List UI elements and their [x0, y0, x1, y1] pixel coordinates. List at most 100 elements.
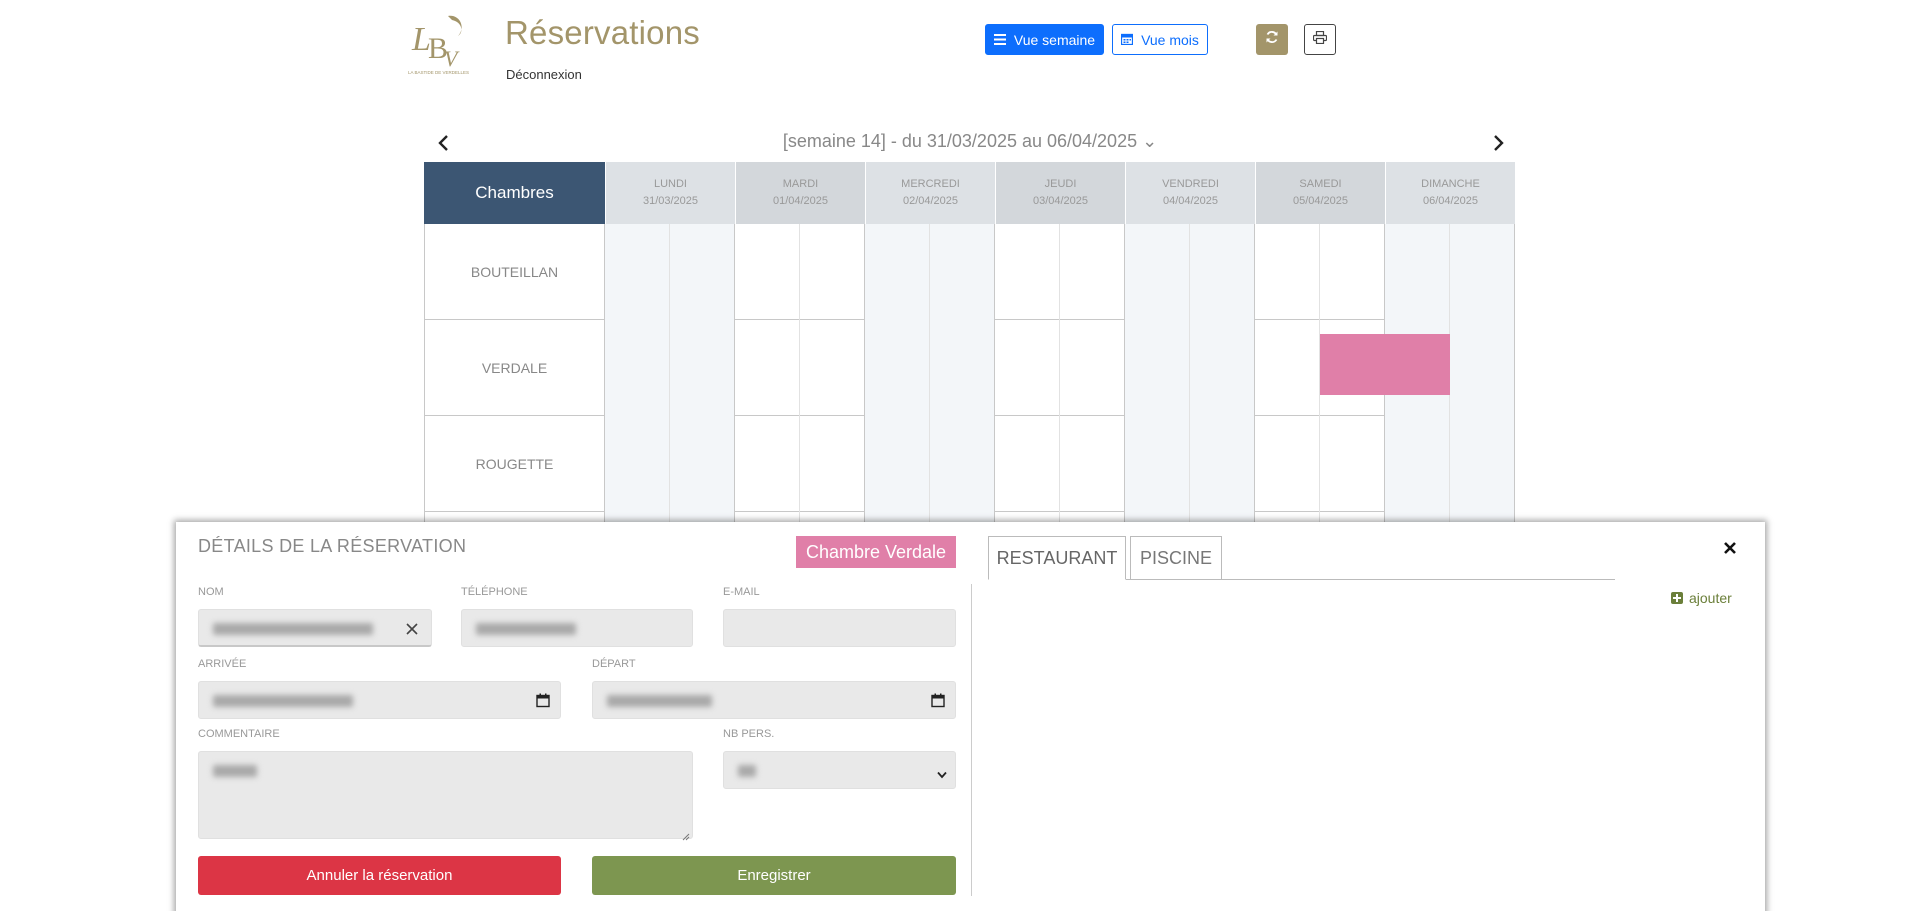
calendar-slot[interactable] [670, 320, 735, 416]
calendar-slot[interactable] [1450, 320, 1515, 416]
calendar-slot[interactable] [605, 224, 670, 320]
calendar-slot[interactable] [930, 320, 995, 416]
calendar-slot[interactable] [735, 416, 800, 512]
arrivee-date-field[interactable] [198, 681, 561, 719]
week-view-button[interactable]: Vue semaine [985, 24, 1104, 55]
calendar-slot[interactable] [995, 224, 1060, 320]
calendar-header: Chambres LUNDI 31/03/2025 MARDI 01/04/2025… [424, 162, 1515, 224]
calendar-slot[interactable] [800, 416, 865, 512]
close-button[interactable] [1722, 540, 1738, 556]
depart-date-field[interactable] [592, 681, 956, 719]
resize-grip-icon[interactable] [682, 828, 690, 841]
room-row: ROUGETTE [424, 416, 1515, 512]
day-date: 01/04/2025 [772, 195, 829, 207]
calendar-slot[interactable] [1385, 224, 1450, 320]
calendar-slot[interactable] [1255, 416, 1320, 512]
day-header: MERCREDI 02/04/2025 [865, 162, 995, 224]
week-selector[interactable]: [semaine 14] - du 31/03/2025 au 06/04/20… [600, 131, 1340, 152]
calendar-slot[interactable] [800, 320, 865, 416]
room-name: ROUGETTE [424, 416, 605, 512]
calendar-slot[interactable] [1190, 416, 1255, 512]
day-name: VENDREDI [1162, 178, 1219, 190]
room-name: BOUTEILLAN [424, 224, 605, 320]
depart-label: DÉPART [592, 658, 636, 670]
logo: L B V LA BASTIDE DE VERDELLES [408, 6, 474, 76]
plus-square-icon [1671, 592, 1683, 604]
calendar-slot[interactable] [995, 416, 1060, 512]
calendar-slot[interactable] [1255, 224, 1320, 320]
nom-value-redacted [213, 623, 373, 635]
rooms-column-header: Chambres [424, 162, 605, 224]
room-row: BOUTEILLAN [424, 224, 1515, 320]
logout-link[interactable]: Déconnexion [506, 67, 582, 82]
calendar-slot[interactable] [1450, 416, 1515, 512]
calendar-slot[interactable] [1125, 224, 1190, 320]
calendar-slot[interactable] [865, 320, 930, 416]
tab-restaurant[interactable]: RESTAURANT [988, 536, 1126, 580]
calendar-slot[interactable] [670, 224, 735, 320]
day-name: LUNDI [653, 178, 687, 190]
clear-icon[interactable] [405, 622, 419, 636]
booking-block[interactable] [1320, 334, 1450, 395]
calendar-slot[interactable] [670, 416, 735, 512]
calendar-icon[interactable] [536, 693, 550, 708]
room-row: VERDALE [424, 320, 1515, 416]
nom-label: NOM [198, 586, 224, 598]
telephone-label: TÉLÉPHONE [461, 586, 528, 598]
day-name: JEUDI [1044, 178, 1077, 190]
calendar-slot[interactable] [930, 416, 995, 512]
calendar-slot[interactable] [1320, 416, 1385, 512]
email-field[interactable] [723, 609, 956, 647]
refresh-button[interactable] [1256, 24, 1288, 55]
calendar-slot[interactable] [865, 416, 930, 512]
calendar-slot[interactable] [1060, 224, 1125, 320]
save-button[interactable]: Enregistrer [592, 856, 956, 895]
depart-value-redacted [607, 695, 712, 707]
calendar-slot[interactable] [1190, 224, 1255, 320]
print-icon [1312, 30, 1328, 49]
telephone-field[interactable] [461, 609, 693, 647]
nom-field[interactable] [198, 609, 432, 647]
week-view-label: Vue semaine [1013, 31, 1096, 48]
nb-pers-select[interactable] [723, 751, 956, 789]
day-name: MARDI [782, 178, 819, 190]
arrivee-label: ARRIVÉE [198, 658, 247, 670]
calendar-slot[interactable] [1385, 416, 1450, 512]
calendar-slot[interactable] [1060, 320, 1125, 416]
calendar-slot[interactable] [1320, 224, 1385, 320]
previous-week-button[interactable] [436, 133, 452, 153]
calendar-slot[interactable] [1125, 320, 1190, 416]
calendar-slot[interactable] [735, 320, 800, 416]
tab-piscine[interactable]: PISCINE [1130, 536, 1222, 580]
calendar-slot[interactable] [735, 224, 800, 320]
next-week-button[interactable] [1490, 133, 1506, 153]
month-view-button[interactable]: Vue mois [1112, 24, 1208, 55]
close-icon [1722, 542, 1738, 560]
list-icon [993, 32, 1006, 48]
add-button[interactable]: ajouter [1671, 590, 1732, 606]
month-view-label: Vue mois [1141, 31, 1199, 48]
cancel-reservation-button[interactable]: Annuler la réservation [198, 856, 561, 895]
arrivee-value-redacted [213, 695, 353, 707]
refresh-icon [1265, 30, 1279, 49]
day-header: JEUDI 03/04/2025 [995, 162, 1125, 224]
day-header: MARDI 01/04/2025 [735, 162, 865, 224]
calendar-slot[interactable] [800, 224, 865, 320]
day-date: 03/04/2025 [1032, 195, 1089, 207]
calendar-icon[interactable] [931, 693, 945, 708]
calendar-slot[interactable] [605, 416, 670, 512]
calendar-slot[interactable] [930, 224, 995, 320]
calendar-slot[interactable] [1450, 224, 1515, 320]
vertical-divider [971, 584, 972, 896]
calendar-slot[interactable] [1190, 320, 1255, 416]
print-button[interactable] [1304, 24, 1336, 55]
calendar-slot[interactable] [1255, 320, 1320, 416]
calendar-slot[interactable] [605, 320, 670, 416]
calendar-slot[interactable] [1060, 416, 1125, 512]
calendar-slot[interactable] [865, 224, 930, 320]
calendar-slot[interactable] [995, 320, 1060, 416]
commentaire-textarea[interactable] [198, 751, 693, 841]
telephone-value-redacted [476, 623, 576, 635]
panel-title: DÉTAILS DE LA RÉSERVATION [198, 536, 467, 556]
calendar-slot[interactable] [1125, 416, 1190, 512]
